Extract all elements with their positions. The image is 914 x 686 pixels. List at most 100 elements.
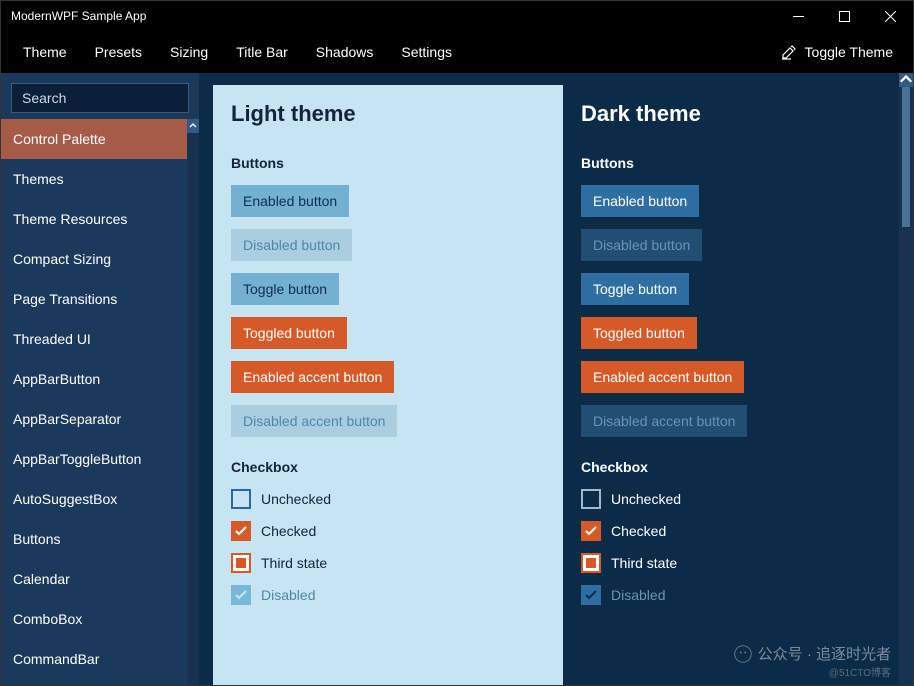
sidebar: Control Palette Themes Theme Resources C… (1, 73, 199, 685)
checkbox-checked-icon[interactable] (581, 521, 601, 541)
dark-cb-checked-row[interactable]: Checked (581, 521, 666, 541)
checkbox-disabled-icon (231, 585, 251, 605)
menu-sizing[interactable]: Sizing (156, 38, 222, 66)
light-toggle-button[interactable]: Toggle button (231, 273, 339, 305)
dark-title: Dark theme (581, 101, 895, 127)
menu-presets[interactable]: Presets (81, 38, 156, 66)
main-scrollbar[interactable] (899, 73, 913, 685)
sidebar-item-commandbar[interactable]: CommandBar (1, 639, 199, 679)
dark-theme-panel: Dark theme Buttons Enabled button Disabl… (563, 85, 913, 685)
close-button[interactable] (867, 1, 913, 31)
light-button-stack: Enabled button Disabled button Toggle bu… (231, 185, 545, 437)
sidebar-item-combobox[interactable]: ComboBox (1, 599, 199, 639)
checkbox-checked-icon[interactable] (231, 521, 251, 541)
sidebar-item-buttons[interactable]: Buttons (1, 519, 199, 559)
app-body: Control Palette Themes Theme Resources C… (1, 73, 913, 685)
search-box[interactable] (11, 83, 189, 113)
sidebar-list[interactable]: Control Palette Themes Theme Resources C… (1, 119, 199, 685)
sidebar-item-label: Control Palette (13, 131, 106, 147)
cb-label: Third state (611, 555, 677, 571)
scroll-up-button[interactable] (187, 119, 199, 133)
dark-checkbox-stack: Unchecked Checked Third state Disabled (581, 489, 895, 605)
sidebar-item-appbarseparator[interactable]: AppBarSeparator (1, 399, 199, 439)
sidebar-item-label: AppBarToggleButton (13, 451, 141, 467)
checkbox-disabled-icon (581, 585, 601, 605)
edit-icon (781, 44, 797, 60)
menubar: Theme Presets Sizing Title Bar Shadows S… (1, 31, 913, 73)
sidebar-item-theme-resources[interactable]: Theme Resources (1, 199, 199, 239)
sidebar-item-label: Page Transitions (13, 291, 117, 307)
light-enabled-button[interactable]: Enabled button (231, 185, 349, 217)
dark-cb-unchecked-row[interactable]: Unchecked (581, 489, 681, 509)
search-input[interactable] (22, 90, 203, 106)
sidebar-item-appbartogglebutton[interactable]: AppBarToggleButton (1, 439, 199, 479)
dark-checkbox-heading: Checkbox (581, 459, 895, 475)
scrollbar-thumb[interactable] (902, 87, 910, 227)
light-accent-disabled-button: Disabled accent button (231, 405, 397, 437)
light-cb-unchecked-row[interactable]: Unchecked (231, 489, 331, 509)
cb-label: Unchecked (611, 491, 681, 507)
sidebar-item-label: CommandBar (13, 651, 99, 667)
cb-label: Third state (261, 555, 327, 571)
cb-label: Disabled (611, 587, 665, 603)
sidebar-item-page-transitions[interactable]: Page Transitions (1, 279, 199, 319)
dark-buttons-heading: Buttons (581, 155, 895, 171)
light-checkbox-heading: Checkbox (231, 459, 545, 475)
menu-titlebar[interactable]: Title Bar (222, 38, 302, 66)
maximize-button[interactable] (821, 1, 867, 31)
light-cb-checked-row[interactable]: Checked (231, 521, 316, 541)
main-area: Light theme Buttons Enabled button Disab… (199, 73, 913, 685)
checkbox-unchecked-icon[interactable] (581, 489, 601, 509)
sidebar-item-themes[interactable]: Themes (1, 159, 199, 199)
sidebar-scrollbar[interactable] (187, 119, 199, 685)
search-wrap (1, 73, 199, 119)
checkbox-indeterminate-icon[interactable] (581, 553, 601, 573)
dark-accent-disabled-button: Disabled accent button (581, 405, 747, 437)
dark-button-stack: Enabled button Disabled button Toggle bu… (581, 185, 895, 437)
light-title: Light theme (231, 101, 545, 127)
dark-enabled-button[interactable]: Enabled button (581, 185, 699, 217)
dark-disabled-button: Disabled button (581, 229, 702, 261)
light-buttons-heading: Buttons (231, 155, 545, 171)
light-theme-panel: Light theme Buttons Enabled button Disab… (213, 85, 563, 685)
light-accent-enabled-button[interactable]: Enabled accent button (231, 361, 394, 393)
toggle-theme-button[interactable]: Toggle Theme (769, 38, 905, 66)
scroll-up-button[interactable] (899, 73, 913, 87)
cb-label: Checked (611, 523, 666, 539)
sidebar-item-control-palette[interactable]: Control Palette (1, 119, 199, 159)
sidebar-item-label: Calendar (13, 571, 70, 587)
window-title: ModernWPF Sample App (11, 9, 146, 23)
light-cb-disabled-row: Disabled (231, 585, 315, 605)
light-disabled-button: Disabled button (231, 229, 352, 261)
sidebar-item-autosuggestbox[interactable]: AutoSuggestBox (1, 479, 199, 519)
cb-label: Disabled (261, 587, 315, 603)
sidebar-item-appbarbutton[interactable]: AppBarButton (1, 359, 199, 399)
app-window: ModernWPF Sample App Theme Presets Sizin… (0, 0, 914, 686)
checkbox-indeterminate-icon[interactable] (231, 553, 251, 573)
sidebar-item-label: AutoSuggestBox (13, 491, 117, 507)
sidebar-item-label: Theme Resources (13, 211, 127, 227)
menu-settings[interactable]: Settings (387, 38, 466, 66)
dark-toggled-button[interactable]: Toggled button (581, 317, 697, 349)
dark-toggle-button[interactable]: Toggle button (581, 273, 689, 305)
chevron-up-icon (189, 122, 197, 130)
light-toggled-button[interactable]: Toggled button (231, 317, 347, 349)
minimize-button[interactable] (775, 1, 821, 31)
sidebar-item-threaded-ui[interactable]: Threaded UI (1, 319, 199, 359)
sidebar-item-calendar[interactable]: Calendar (1, 559, 199, 599)
sidebar-item-label: AppBarSeparator (13, 411, 121, 427)
minimize-icon (793, 11, 804, 22)
menu-theme[interactable]: Theme (9, 38, 81, 66)
chevron-up-icon (899, 73, 913, 87)
checkbox-unchecked-icon[interactable] (231, 489, 251, 509)
light-cb-third-row[interactable]: Third state (231, 553, 327, 573)
dark-accent-enabled-button[interactable]: Enabled accent button (581, 361, 744, 393)
light-checkbox-stack: Unchecked Checked Third state Disabled (231, 489, 545, 605)
titlebar[interactable]: ModernWPF Sample App (1, 1, 913, 31)
sidebar-item-compact-sizing[interactable]: Compact Sizing (1, 239, 199, 279)
cb-label: Unchecked (261, 491, 331, 507)
cb-label: Checked (261, 523, 316, 539)
menu-shadows[interactable]: Shadows (302, 38, 388, 66)
dark-cb-disabled-row: Disabled (581, 585, 665, 605)
dark-cb-third-row[interactable]: Third state (581, 553, 677, 573)
